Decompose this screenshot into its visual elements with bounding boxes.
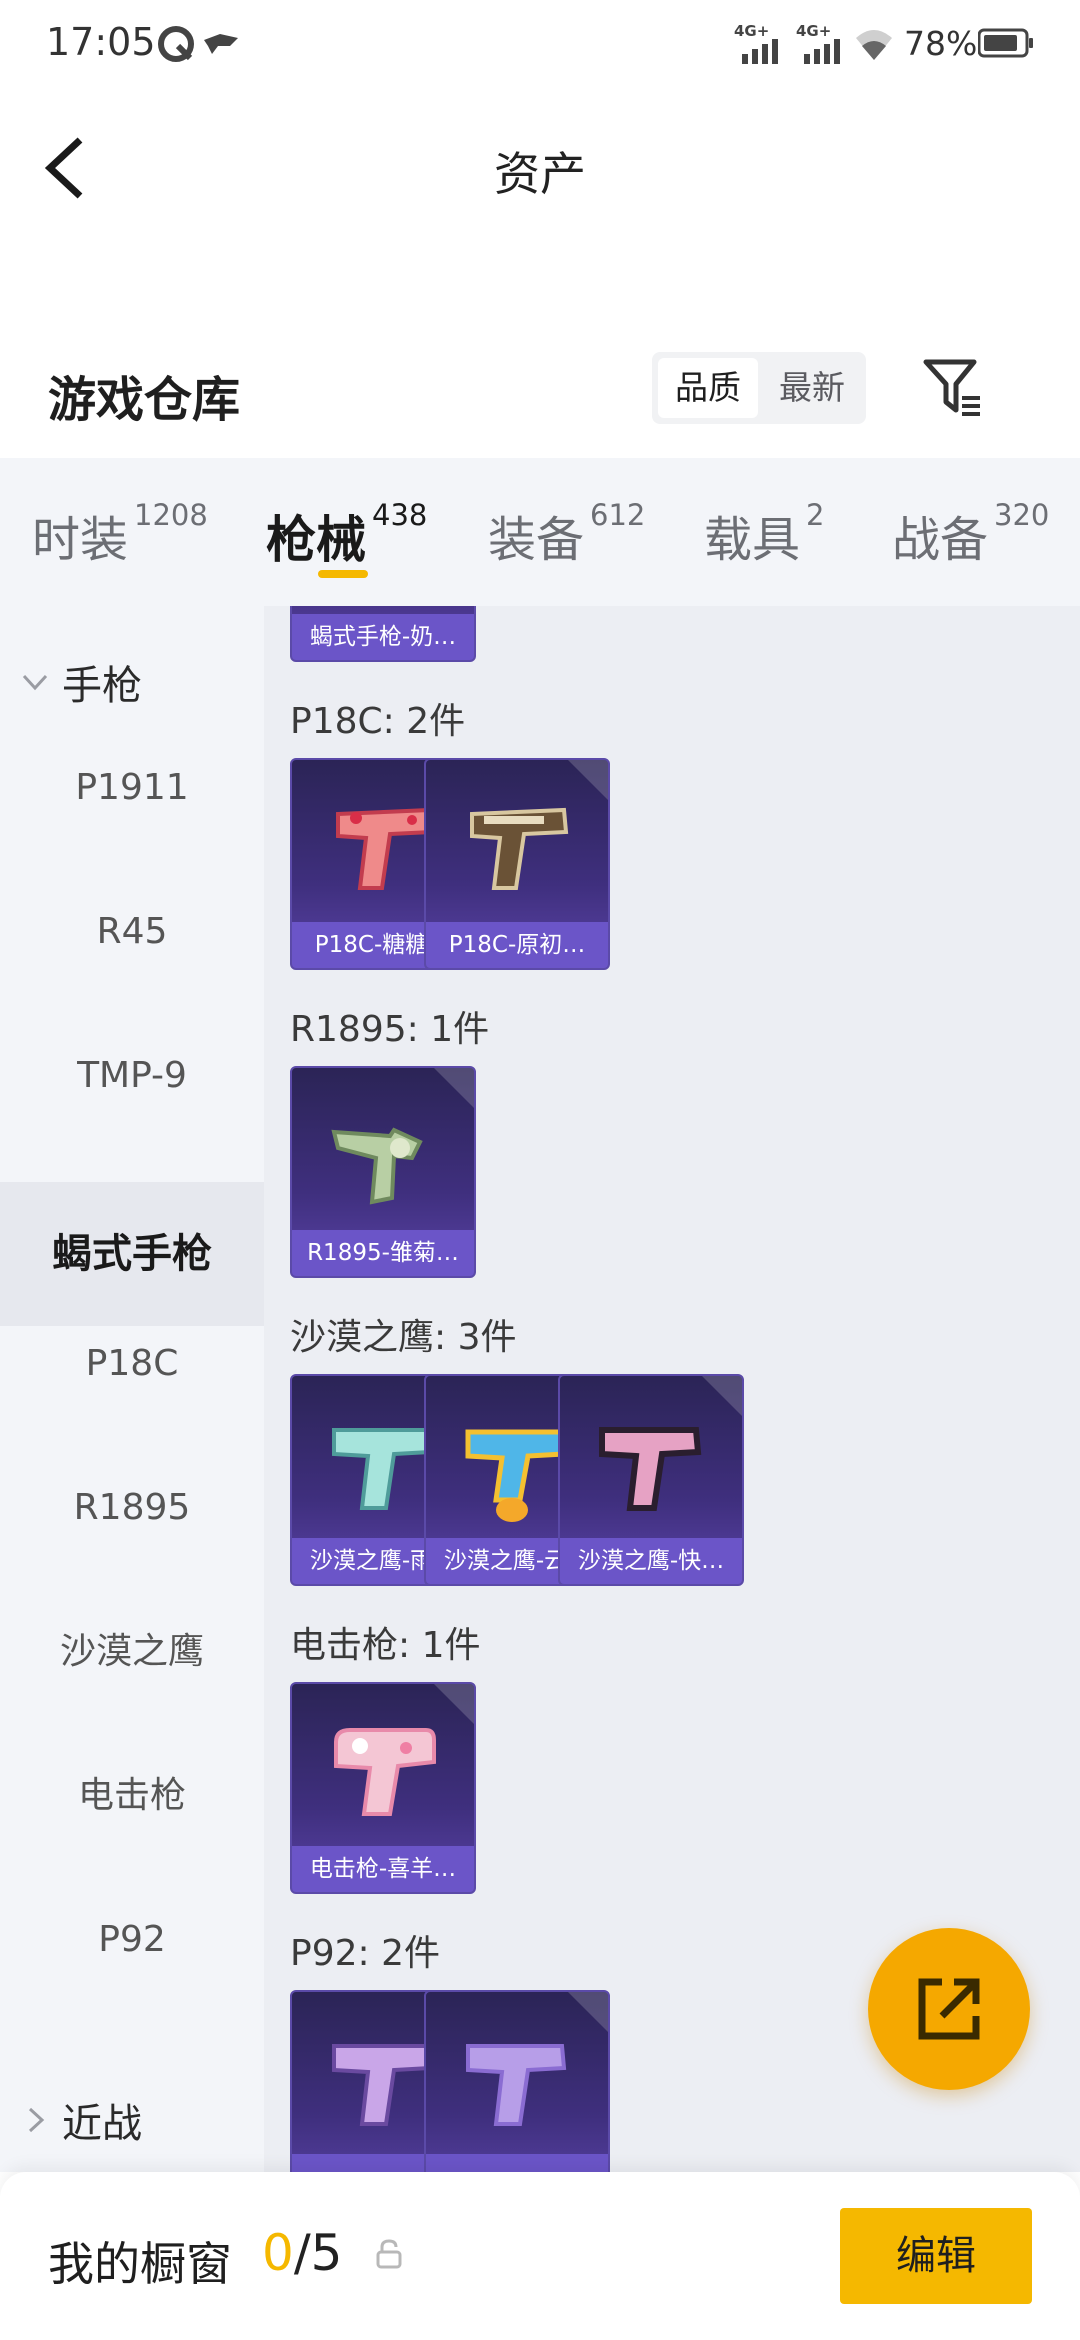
sidebar-item-tmp9[interactable]: TMP-9 [0,1004,264,1148]
skin-card-name: 沙漠之鹰-快… [560,1538,742,1584]
category-tabs: 时装 1208 枪械 438 装备 612 载具 2 战备 320 [0,458,1080,606]
svg-text:4G+: 4G+ [796,22,831,40]
pistol-icon [466,2044,567,2126]
weapon-category-sidebar: 手枪 P1911 R45 TMP-9 蝎式手枪 P18C R1895 沙漠之鹰 … [0,606,264,2172]
group-title: P92: 2件 [290,1933,440,1974]
tab-vehicles[interactable]: 载具 2 [704,498,825,570]
sort-newest-button[interactable]: 最新 [762,358,862,418]
tab-costume[interactable]: 时装 1208 [32,498,208,570]
sidebar-item-stun-gun[interactable]: 电击枪 [0,1724,264,1868]
stun-gun-icon [334,1728,436,1816]
skin-card[interactable]: 沙漠之鹰-快… [558,1374,744,1586]
revolver-icon [331,1127,423,1205]
skin-card[interactable] [424,1990,610,2172]
tab-count: 438 [372,498,428,532]
sidebar-item-desert-eagle[interactable]: 沙漠之鹰 [0,1580,264,1724]
signal-icon-1: 4G+ [734,22,778,64]
sidebar-group-label: 手枪 [62,663,142,709]
tab-label: 载具 [704,512,801,568]
share-button[interactable] [868,1928,1030,2090]
sidebar-item-scorpion-highlight[interactable]: 蝎式手枪 [0,1182,264,1326]
tab-label: 装备 [488,512,585,568]
skin-card[interactable]: 蝎式手枪-奶… [290,606,476,662]
sidebar-item-p1911[interactable]: P1911 [0,716,264,860]
sort-toggle: 品质 最新 [652,352,866,424]
tab-count: 320 [994,498,1050,532]
showcase-bar: 我的橱窗 0/5 编辑 [0,2172,1080,2340]
tab-equipment[interactable]: 装备 612 [488,498,646,570]
tab-count: 1208 [134,498,208,532]
tab-count: 2 [806,498,825,532]
tab-count: 612 [590,498,646,532]
sidebar-group-melee[interactable]: 近战 [20,2090,142,2150]
showcase-count: 0/5 [262,2224,342,2282]
skin-card-name [426,2154,608,2172]
wifi-icon [856,30,892,60]
skin-card[interactable]: R1895-雏菊… [290,1066,476,1278]
sidebar-group-pistols[interactable]: 手枪 [20,652,142,712]
status-time: 17:05 [46,20,156,64]
chevron-right-icon [28,2107,45,2133]
group-title: 电击枪: 1件 [290,1625,481,1666]
sidebar-item-p92[interactable]: P92 [0,1868,264,2012]
group-title: 沙漠之鹰: 3件 [290,1317,517,1358]
skin-card-name: 电击枪-喜羊… [292,1846,474,1892]
group-title: R1895: 1件 [290,1009,490,1050]
svg-text:4G+: 4G+ [734,22,769,40]
pistol-icon [599,1427,702,1511]
tab-label: 时装 [32,512,129,568]
edit-button[interactable]: 编辑 [840,2208,1032,2304]
share-icon [918,1978,980,2040]
tab-label: 战备 [892,512,989,568]
active-tab-indicator [318,570,368,578]
showcase-total: /5 [293,2224,343,2282]
status-bar: 17:05 4G+ 4G+ 78% [0,0,1080,86]
skin-card-name: 蝎式手枪-奶… [292,614,474,660]
tab-firearms[interactable]: 枪械 438 [266,498,428,572]
sidebar-item-r1895[interactable]: R1895 [0,1436,264,1580]
game-notification-icon [204,34,238,54]
sidebar-group-label: 近战 [62,2101,142,2147]
lock-icon [376,2239,402,2269]
battery-percent: 78% [904,24,978,63]
skin-card[interactable]: P18C-原初… [424,758,610,970]
pistol-icon [470,807,569,890]
skin-card-name: P18C-原初… [426,922,608,968]
section-title: 游戏仓库 [48,372,241,428]
app-notification-icon [158,26,194,62]
chevron-down-icon [22,674,48,691]
sort-quality-button[interactable]: 品质 [658,358,758,418]
tab-supplies[interactable]: 战备 320 [892,498,1050,570]
sidebar-item-r45[interactable]: R45 [0,860,264,1004]
tab-label: 枪械 [266,511,366,569]
skin-card[interactable]: 电击枪-喜羊… [290,1682,476,1894]
battery-icon [978,28,1033,58]
filter-icon[interactable] [918,352,988,422]
showcase-current: 0 [262,2224,294,2282]
signal-icon-2: 4G+ [796,22,840,64]
page-title: 资产 [494,147,586,201]
showcase-label: 我的橱窗 [48,2237,232,2291]
skin-card-name: R1895-雏菊… [292,1230,474,1276]
group-title: P18C: 2件 [290,701,466,742]
